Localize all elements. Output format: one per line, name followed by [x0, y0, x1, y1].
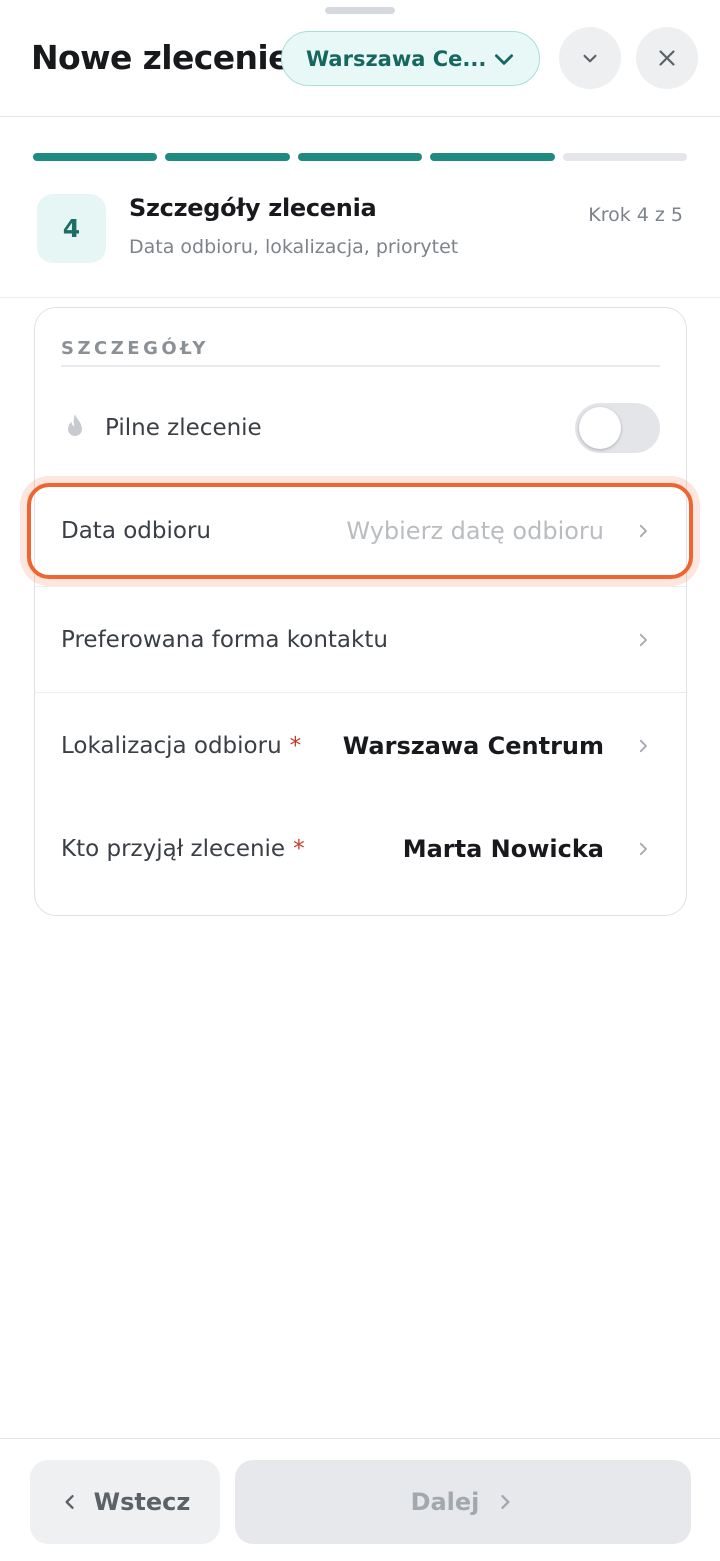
step-header: 4 Szczegóły zlecenia Data odbioru, lokal… — [0, 186, 720, 298]
pickup-location-value: Warszawa Centrum — [342, 731, 604, 760]
close-icon — [659, 50, 675, 66]
step-counter: Krok 4 z 5 — [588, 204, 683, 226]
pickup-date-row[interactable]: Data odbioru Wybierz datę odbioru — [35, 478, 686, 584]
pickup-location-row[interactable]: Lokalizacja odbioru * Warszawa Centrum — [35, 692, 686, 798]
pickup-date-label: Data odbioru — [61, 518, 211, 544]
back-button-label: Wstecz — [93, 1488, 191, 1516]
progress-segment — [297, 153, 423, 161]
contact-preference-row[interactable]: Preferowana forma kontaktu — [35, 586, 686, 692]
next-button[interactable]: Dalej — [235, 1460, 691, 1544]
urgent-order-toggle[interactable] — [575, 403, 660, 453]
step-subtitle: Data odbioru, lokalizacja, priorytet — [129, 236, 459, 258]
back-button[interactable]: Wstecz — [30, 1460, 220, 1544]
receiver-label: Kto przyjął zlecenie — [61, 836, 286, 862]
pickup-date-placeholder: Wybierz datę odbioru — [346, 517, 604, 545]
step-title: Szczegóły zlecenia — [129, 194, 377, 222]
chevron-right-icon — [501, 1495, 510, 1509]
toggle-knob — [579, 407, 621, 449]
next-button-label: Dalej — [410, 1488, 480, 1516]
chevron-down-icon — [583, 54, 597, 63]
chevron-right-icon — [639, 739, 647, 752]
progress-segment — [165, 153, 290, 161]
urgent-order-row: Pilne zlecenie — [61, 393, 660, 463]
section-label: SZCZEGÓŁY — [61, 338, 209, 359]
close-button[interactable] — [636, 27, 698, 89]
section-divider — [61, 365, 660, 367]
required-mark: * — [293, 836, 305, 862]
receiver-value: Marta Nowicka — [402, 835, 604, 863]
receiver-row[interactable]: Kto przyjął zlecenie * Marta Nowicka — [35, 796, 686, 902]
urgent-order-label: Pilne zlecenie — [105, 415, 262, 441]
contact-preference-label: Preferowana forma kontaktu — [61, 626, 388, 653]
branch-selector[interactable]: Warszawa Ce... — [281, 31, 540, 86]
chevron-right-icon — [639, 842, 647, 856]
chevron-right-icon — [639, 633, 647, 646]
page-title: Nowe zlecenie — [31, 38, 290, 77]
progress-segment — [562, 153, 688, 161]
details-card: SZCZEGÓŁY Pilne zlecenie Data odbioru Wy… — [34, 307, 687, 916]
collapse-button[interactable] — [559, 27, 621, 89]
header: Nowe zlecenie Warszawa Ce... — [0, 0, 720, 117]
chevron-right-icon — [639, 524, 647, 538]
branch-selector-label: Warszawa Ce... — [306, 46, 487, 71]
step-progress-bar — [33, 153, 688, 161]
progress-segment — [430, 153, 555, 161]
chevron-down-icon — [495, 53, 513, 65]
required-mark: * — [289, 732, 302, 759]
pickup-location-label: Lokalizacja odbioru — [61, 732, 282, 759]
progress-segment — [33, 153, 158, 161]
chevron-left-icon — [65, 1495, 74, 1509]
flame-icon — [68, 414, 82, 437]
footer-bar: Wstecz Dalej — [0, 1438, 720, 1561]
step-number-badge: 4 — [37, 194, 106, 263]
